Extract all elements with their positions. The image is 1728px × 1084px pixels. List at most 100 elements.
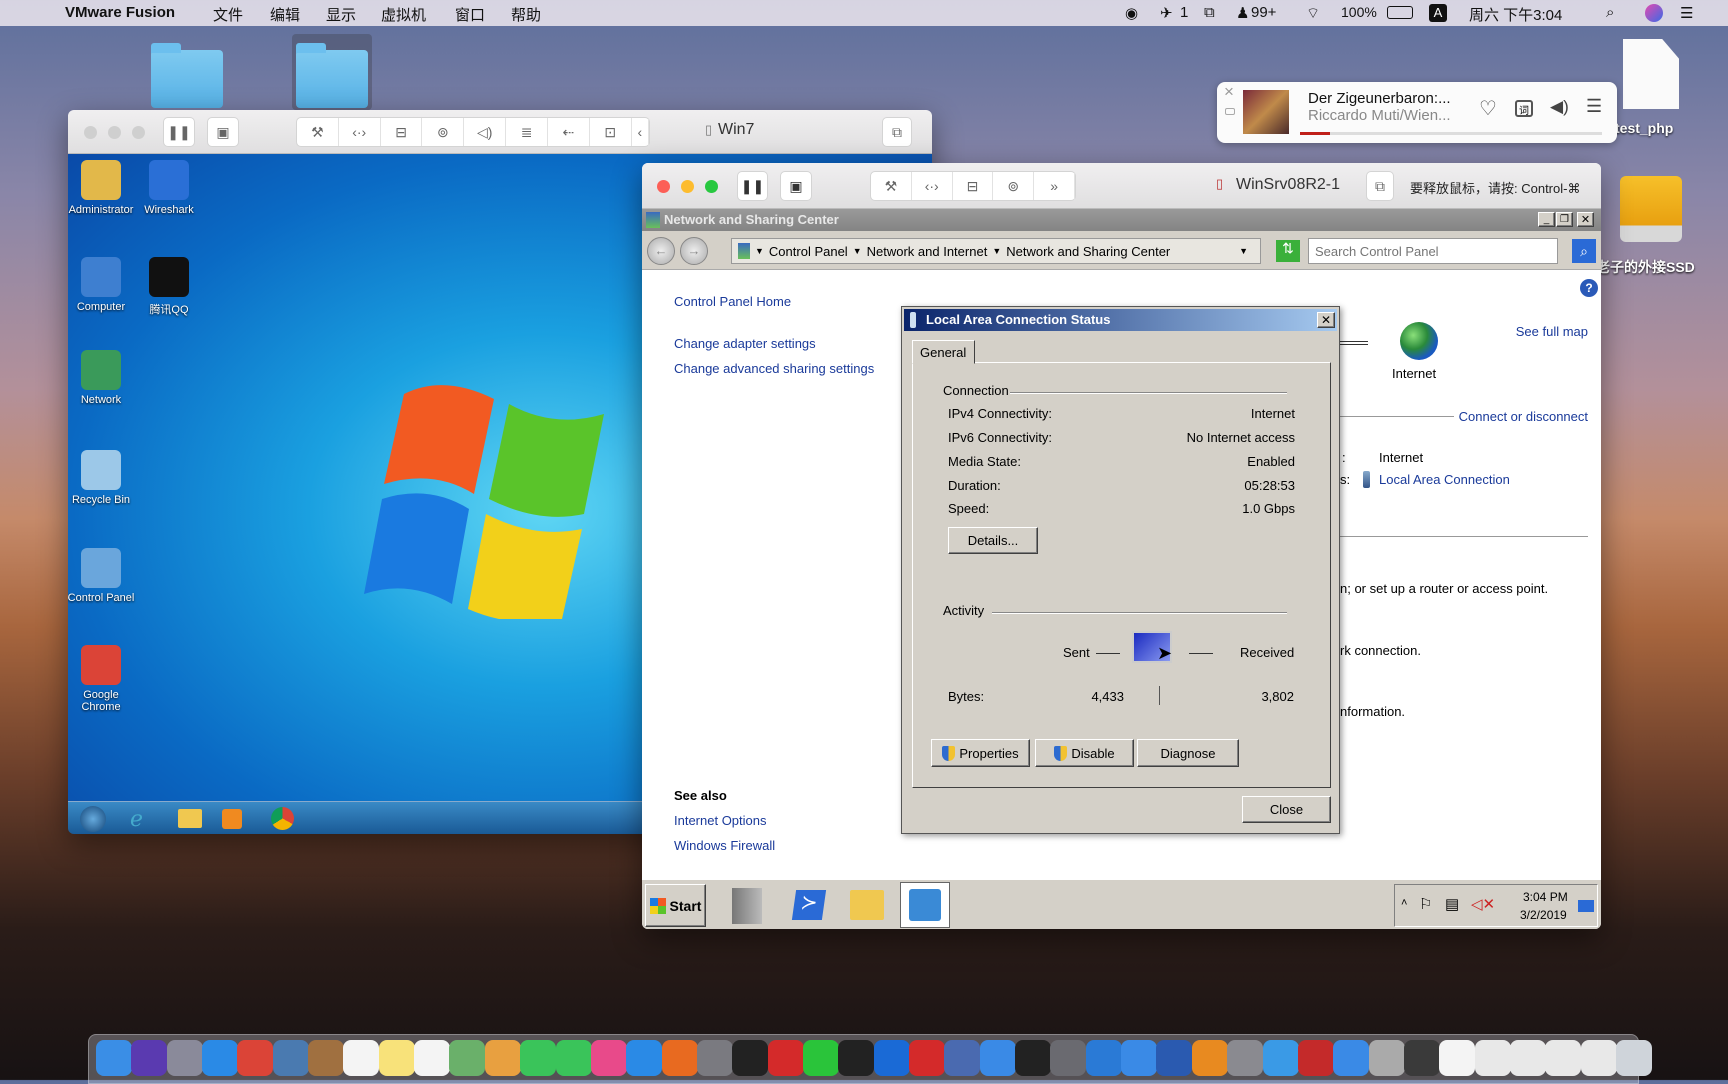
dock-safari-icon[interactable]	[202, 1040, 238, 1076]
tray-time[interactable]: 3:04 PM	[1523, 890, 1568, 904]
dock-notes-icon[interactable]	[379, 1040, 415, 1076]
dock-siri-icon[interactable]	[131, 1040, 167, 1076]
drive-label[interactable]: 老子的外接SSD	[1596, 257, 1695, 277]
media-player-icon[interactable]	[222, 809, 242, 829]
desktop-icon[interactable]: Network	[68, 350, 136, 406]
win7-start-orb[interactable]	[80, 806, 106, 832]
dock-finder-icon[interactable]	[96, 1040, 132, 1076]
dock-contacts-icon[interactable]	[308, 1040, 344, 1076]
explorer-icon[interactable]	[178, 809, 202, 828]
progress-bar[interactable]	[1300, 132, 1602, 135]
dock-trash-icon[interactable]	[1616, 1040, 1652, 1076]
dock-launchpad-icon[interactable]	[167, 1040, 203, 1076]
dock-qq-mail-icon[interactable]	[1263, 1040, 1299, 1076]
restore-button[interactable]: ❐	[1556, 212, 1573, 227]
link-internet-options[interactable]: Internet Options	[674, 813, 767, 828]
printer-icon[interactable]: ≣	[506, 118, 548, 146]
link-connect-or-disconnect[interactable]: Connect or disconnect	[1459, 409, 1588, 424]
show-hidden-icons[interactable]: ˄	[1401, 897, 1407, 909]
dock-xcode-icon[interactable]	[980, 1040, 1016, 1076]
snapshot-button[interactable]: ▣	[780, 171, 812, 201]
dock-terminal-icon[interactable]	[732, 1040, 768, 1076]
desktop-icon[interactable]: Wireshark	[134, 160, 204, 216]
dock-vscode-icon[interactable]	[1086, 1040, 1122, 1076]
dock-feishu-icon[interactable]	[1333, 1040, 1369, 1076]
notification-center-icon[interactable]: ☰	[1680, 4, 1693, 22]
network-tray-icon[interactable]: ▤	[1445, 895, 1459, 913]
disk-icon[interactable]: ⊟	[381, 118, 423, 146]
external-drive-icon[interactable]	[1620, 176, 1682, 242]
taskbar-nsc-button-active[interactable]	[900, 882, 950, 928]
dock-virtualbox-icon[interactable]	[944, 1040, 980, 1076]
menu-help[interactable]: 帮助	[511, 4, 541, 25]
dock-filezilla-icon[interactable]	[1298, 1040, 1334, 1076]
snapshot-button[interactable]: ▣	[207, 117, 239, 147]
close-button[interactable]	[84, 126, 97, 139]
address-bar[interactable]: ▼ Control Panel ▼ Network and Internet ▼ Ne…	[731, 238, 1261, 264]
sound-icon[interactable]: ◁)	[464, 118, 507, 146]
chevron-left-icon[interactable]: ‹	[632, 118, 649, 146]
dock-maps-icon[interactable]	[449, 1040, 485, 1076]
zoom-button[interactable]	[705, 180, 718, 193]
clock[interactable]: 周六 下午3:04	[1469, 4, 1562, 25]
refresh-icon[interactable]: ⇅	[1276, 240, 1300, 262]
minimize-button[interactable]: _	[1538, 212, 1555, 227]
menu-file[interactable]: 文件	[213, 4, 243, 25]
bird-icon[interactable]: ✈	[1160, 4, 1173, 22]
lyrics-icon[interactable]: 词	[1515, 100, 1533, 117]
dock-parallels-icon[interactable]	[909, 1040, 945, 1076]
explorer-icon[interactable]	[850, 890, 884, 920]
start-button[interactable]: Start	[645, 884, 706, 927]
menu-edit[interactable]: 编辑	[270, 4, 300, 25]
dock-facetime-icon[interactable]	[556, 1040, 592, 1076]
dock-doc-1-icon[interactable]	[1439, 1040, 1475, 1076]
diagnose-button[interactable]: Diagnose	[1137, 739, 1239, 767]
pause-button[interactable]: ❚❚	[737, 171, 768, 201]
dock-pycharm-icon[interactable]	[1015, 1040, 1051, 1076]
tray-date[interactable]: 3/2/2019	[1520, 908, 1567, 922]
back-button[interactable]: ←	[647, 237, 675, 265]
minimize-button[interactable]	[108, 126, 121, 139]
link-control-panel-home[interactable]: Control Panel Home	[674, 294, 791, 309]
dock-teamviewer-icon[interactable]	[874, 1040, 910, 1076]
camera-icon[interactable]: ⊚	[422, 118, 465, 146]
desktop-folder-icon[interactable]	[296, 43, 368, 108]
address-dropdown-icon[interactable]: ▼	[1239, 246, 1248, 256]
desktop-icon[interactable]: Administrator	[68, 160, 136, 216]
siri-icon[interactable]	[1645, 4, 1663, 22]
link-windows-firewall[interactable]: Windows Firewall	[674, 838, 775, 853]
desktop-folder-icon[interactable]	[151, 43, 223, 108]
breadcrumb-control-panel[interactable]: Control Panel	[769, 244, 848, 259]
server-manager-icon[interactable]	[732, 888, 762, 924]
search-input[interactable]	[1308, 238, 1558, 264]
chevron-down-icon[interactable]: ▼	[853, 246, 862, 256]
dock-doc-4-icon[interactable]	[1545, 1040, 1581, 1076]
fullscreen-button[interactable]: ⧉	[882, 117, 912, 147]
dock-sublime-icon[interactable]	[1192, 1040, 1228, 1076]
breadcrumb-network-internet[interactable]: Network and Internet	[867, 244, 988, 259]
usb-icon[interactable]: ⇠	[548, 118, 590, 146]
network-icon[interactable]: ‹·›	[339, 118, 381, 146]
dock-firefox-icon[interactable]	[662, 1040, 698, 1076]
link-local-area-connection[interactable]: Local Area Connection	[1379, 472, 1510, 487]
properties-button[interactable]: Properties	[931, 739, 1030, 767]
dock-messages-icon[interactable]	[520, 1040, 556, 1076]
flag-icon[interactable]: ⚐	[1419, 895, 1432, 913]
desktop-icon[interactable]: Google Chrome	[68, 645, 136, 713]
powershell-icon[interactable]: ≻	[791, 890, 827, 920]
dock-qq-icon[interactable]	[838, 1040, 874, 1076]
settings-wrench-icon[interactable]: ⚒	[297, 118, 339, 146]
more-chevron-icon[interactable]: »	[1034, 172, 1075, 200]
menu-app-name[interactable]: VMware Fusion	[65, 4, 175, 21]
settings-wrench-icon[interactable]: ⚒	[871, 172, 912, 200]
battery-icon[interactable]	[1387, 6, 1413, 19]
shared-folder-icon[interactable]: ⊡	[590, 118, 632, 146]
menu-window[interactable]: 窗口	[455, 4, 485, 25]
network-icon[interactable]: ‹·›	[912, 172, 953, 200]
pause-button[interactable]: ❚❚	[163, 117, 195, 147]
dock-quicktime-icon[interactable]	[1404, 1040, 1440, 1076]
forward-button[interactable]: →	[680, 237, 708, 265]
dock-calendar-icon[interactable]	[343, 1040, 379, 1076]
dock-reminders-icon[interactable]	[414, 1040, 450, 1076]
file-label-test-php[interactable]: test_php	[1615, 120, 1673, 136]
